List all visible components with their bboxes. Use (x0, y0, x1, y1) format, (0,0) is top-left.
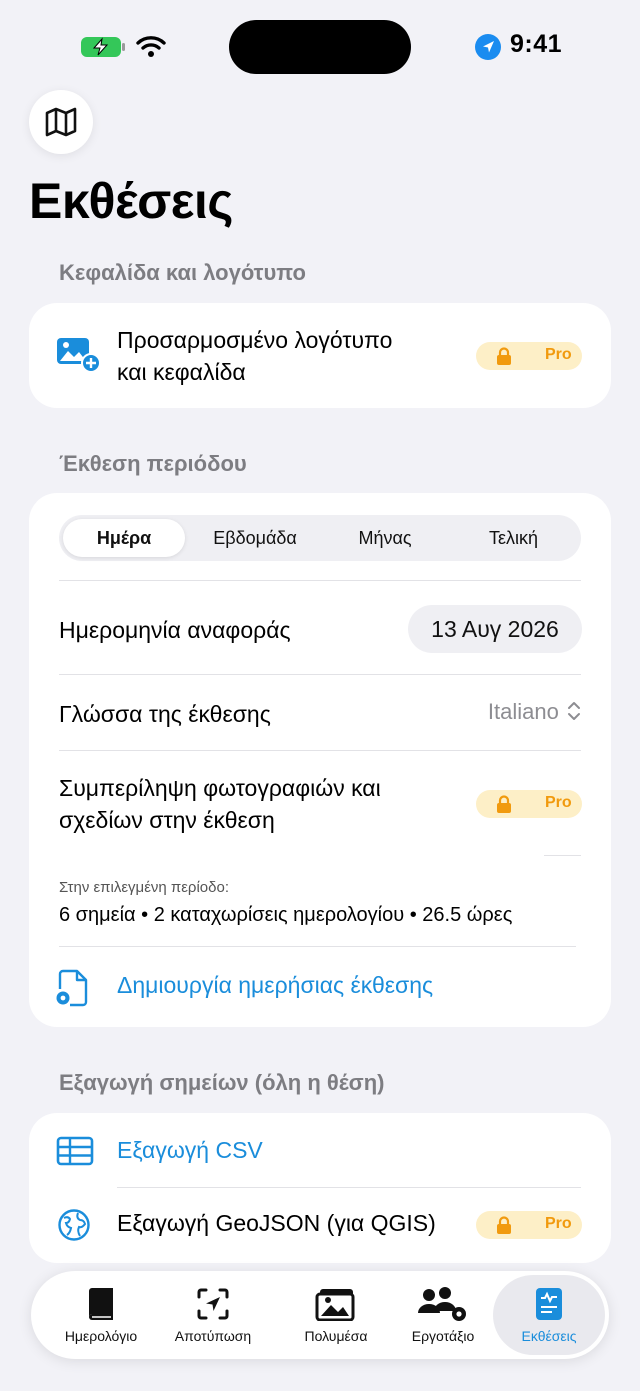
lock-icon (497, 1216, 511, 1234)
tab-label: Εργοτάξιο (411, 1328, 475, 1344)
export-geojson-label: Εξαγωγή GeoJSON (για QGIS) (117, 1210, 436, 1236)
pro-badge-text: Pro (545, 1215, 572, 1232)
tab-bar: Ημερολόγιο Αποτύπωση Πολυμέσα Εργοτάξιο (31, 1271, 609, 1359)
divider (59, 580, 581, 581)
book-icon (89, 1288, 113, 1320)
dynamic-island (229, 20, 411, 74)
map-button[interactable] (29, 90, 93, 154)
status-time: 9:41 (510, 30, 563, 58)
report-language-picker[interactable]: Italiano (488, 699, 581, 725)
status-bar: 9:41 (0, 0, 640, 95)
tab-label: Αποτύπωση (174, 1328, 252, 1344)
tab-label: Ημερολόγιο (64, 1328, 138, 1344)
custom-logo-card[interactable]: Προσαρμοσμένο λογότυπο και κεφαλίδα Pro (29, 303, 611, 408)
photo-add-icon (57, 338, 101, 373)
include-photos-label-line1: Συμπερίληψη φωτογραφιών και (59, 775, 381, 801)
report-language-label: Γλώσσα της έκθεσης (59, 701, 271, 727)
lock-icon (497, 795, 511, 813)
photo-stack-icon (315, 1289, 355, 1321)
report-language-value: Italiano (487, 699, 559, 724)
section-header-period: Έκθεση περιόδου (59, 451, 247, 476)
report-date-picker[interactable]: 13 Αυγ 2026 (408, 605, 582, 653)
tab-survey[interactable]: Αποτύπωση (157, 1275, 269, 1355)
people-gear-icon (418, 1287, 466, 1321)
tab-reports[interactable]: Εκθέσεις (493, 1275, 605, 1355)
period-segmented-control[interactable]: Ημέρα Εβδομάδα Μήνας Τελική (59, 515, 581, 561)
tab-label: Πολυμέσα (304, 1328, 368, 1344)
pro-badge: Pro (476, 342, 582, 370)
export-geojson-button[interactable]: Εξαγωγή GeoJSON (για QGIS) Pro (29, 1188, 611, 1263)
lock-icon (497, 347, 511, 365)
section-header-logo: Κεφαλίδα και λογότυπο (59, 260, 306, 285)
globe-icon (58, 1209, 90, 1241)
export-card: Εξαγωγή CSV Εξαγωγή GeoJSON (για QGIS) P… (29, 1113, 611, 1263)
tab-media[interactable]: Πολυμέσα (280, 1275, 392, 1355)
chevron-up-down-icon (568, 702, 580, 720)
divider (59, 946, 576, 947)
table-icon (56, 1136, 94, 1166)
segment-month[interactable]: Μήνας (320, 519, 450, 557)
export-csv-button[interactable]: Εξαγωγή CSV (29, 1113, 611, 1187)
segment-day[interactable]: Ημέρα (63, 519, 185, 557)
divider (59, 674, 581, 675)
divider (59, 750, 581, 751)
location-scan-icon (197, 1288, 229, 1320)
include-photos-label-line2: σχεδίων στην έκθεση (59, 807, 275, 833)
document-gear-icon (56, 969, 88, 1007)
report-icon (536, 1288, 562, 1320)
map-icon (45, 107, 77, 137)
create-report-label: Δημιουργία ημερήσιας έκθεσης (117, 972, 434, 998)
report-date-label: Ημερομηνία αναφοράς (59, 617, 291, 643)
tab-diary[interactable]: Ημερολόγιο (45, 1275, 157, 1355)
custom-logo-label-line1: Προσαρμοσμένο λογότυπο (117, 327, 393, 353)
segment-final[interactable]: Τελική (450, 519, 577, 557)
pro-badge-text: Pro (545, 794, 572, 811)
period-report-card: Ημέρα Εβδομάδα Μήνας Τελική Ημερομηνία α… (29, 493, 611, 1027)
create-report-button[interactable]: Δημιουργία ημερήσιας έκθεσης (29, 951, 611, 1021)
stats-summary: 6 σημεία • 2 καταχωρίσεις ημερολογίου • … (59, 904, 513, 926)
divider (544, 855, 581, 856)
battery-charging-icon (81, 37, 125, 57)
location-arrow-icon (475, 34, 501, 60)
section-header-export: Εξαγωγή σημείων (όλη η θέση) (59, 1070, 385, 1095)
export-csv-label: Εξαγωγή CSV (117, 1137, 263, 1163)
wifi-icon (136, 36, 166, 57)
custom-logo-label-line2: και κεφαλίδα (117, 359, 246, 385)
segment-week[interactable]: Εβδομάδα (190, 519, 320, 557)
pro-badge[interactable]: Pro (476, 790, 582, 818)
stats-caption: Στην επιλεγμένη περίοδο: (59, 879, 229, 896)
tab-site[interactable]: Εργοτάξιο (387, 1275, 499, 1355)
tab-label: Εκθέσεις (521, 1328, 577, 1344)
pro-badge-text: Pro (545, 346, 572, 363)
pro-badge: Pro (476, 1211, 582, 1239)
page-title: Εκθέσεις (29, 173, 233, 229)
